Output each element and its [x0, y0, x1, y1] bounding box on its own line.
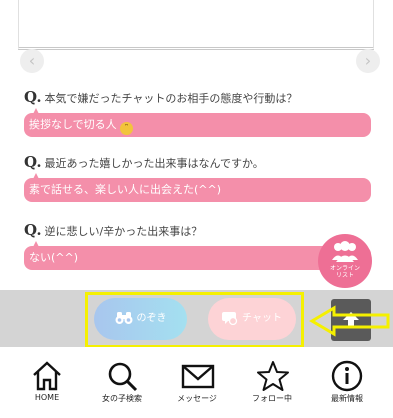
profile-card-frame	[18, 0, 374, 50]
online-list-button[interactable]: オンライン リスト	[318, 234, 372, 288]
star-icon	[257, 361, 289, 391]
tab-label: 女の子検索	[102, 394, 142, 403]
qa-item: Q. 最近あった嬉しかった出来事はなんですか。 素で話せる、楽しい人に出会えた(^…	[24, 153, 371, 202]
question-text: 本気で嫌だったチャットのお相手の態度や行動は？	[44, 92, 298, 105]
q-mark: Q.	[24, 88, 42, 106]
question-text: 最近あった嬉しかった出来事はなんですか。	[44, 157, 264, 170]
answer-bubble: 挨拶なしで切る人 ᵔ	[24, 108, 371, 137]
carousel-prev-button[interactable]: ‹	[20, 49, 44, 73]
qa-item: Q. 本気で嫌だったチャットのお相手の態度や行動は？ 挨拶なしで切る人 ᵔ	[24, 88, 371, 137]
tab-label: HOME	[34, 393, 60, 402]
answer-text: ない(^^)	[29, 251, 79, 264]
tab-home[interactable]: HOME	[8, 347, 86, 418]
info-icon	[331, 360, 363, 392]
answer-text: 素で話せる、楽しい人に出会えた(^^)	[29, 183, 222, 196]
bottom-tab-bar: HOME 女の子検索 メッセージ フォロー中 最新情報	[0, 347, 393, 418]
carousel-next-button[interactable]: ›	[356, 49, 380, 73]
question: Q. 最近あった嬉しかった出来事はなんですか。	[24, 153, 371, 171]
highlight-box	[85, 292, 304, 348]
tab-label: フォロー中	[252, 394, 292, 403]
question-text: 逆に悲しい/辛かった出来事は？	[44, 225, 203, 238]
highlight-arrow-icon	[309, 305, 390, 337]
tab-messages[interactable]: メッセージ	[158, 347, 236, 418]
mail-icon	[181, 364, 215, 389]
tab-news[interactable]: 最新情報	[308, 347, 386, 418]
answer-bubble: 素で話せる、楽しい人に出会えた(^^)	[24, 173, 371, 202]
people-icon	[332, 241, 358, 262]
question: Q. 逆に悲しい/辛かった出来事は？	[24, 221, 371, 239]
chevron-right-icon: ›	[364, 51, 372, 70]
answer-text: 挨拶なしで切る人	[29, 118, 117, 131]
tab-following[interactable]: フォロー中	[233, 347, 311, 418]
q-mark: Q.	[24, 221, 42, 239]
question: Q. 本気で嫌だったチャットのお相手の態度や行動は？	[24, 88, 371, 106]
grimace-emoji-icon: ᵔ	[120, 122, 134, 135]
home-icon	[33, 361, 61, 391]
online-list-label: オンライン リスト	[329, 265, 360, 279]
tab-search[interactable]: 女の子検索	[83, 347, 161, 418]
profile-screen: ‹ › Q. 本気で嫌だったチャットのお相手の態度や行動は？ 挨拶なしで切る人 ᵔ…	[0, 0, 393, 418]
chevron-left-icon: ‹	[28, 51, 36, 70]
search-icon	[108, 362, 138, 392]
q-mark: Q.	[24, 153, 42, 171]
tab-label: 最新情報	[331, 394, 363, 403]
tab-label: メッセージ	[177, 394, 217, 403]
